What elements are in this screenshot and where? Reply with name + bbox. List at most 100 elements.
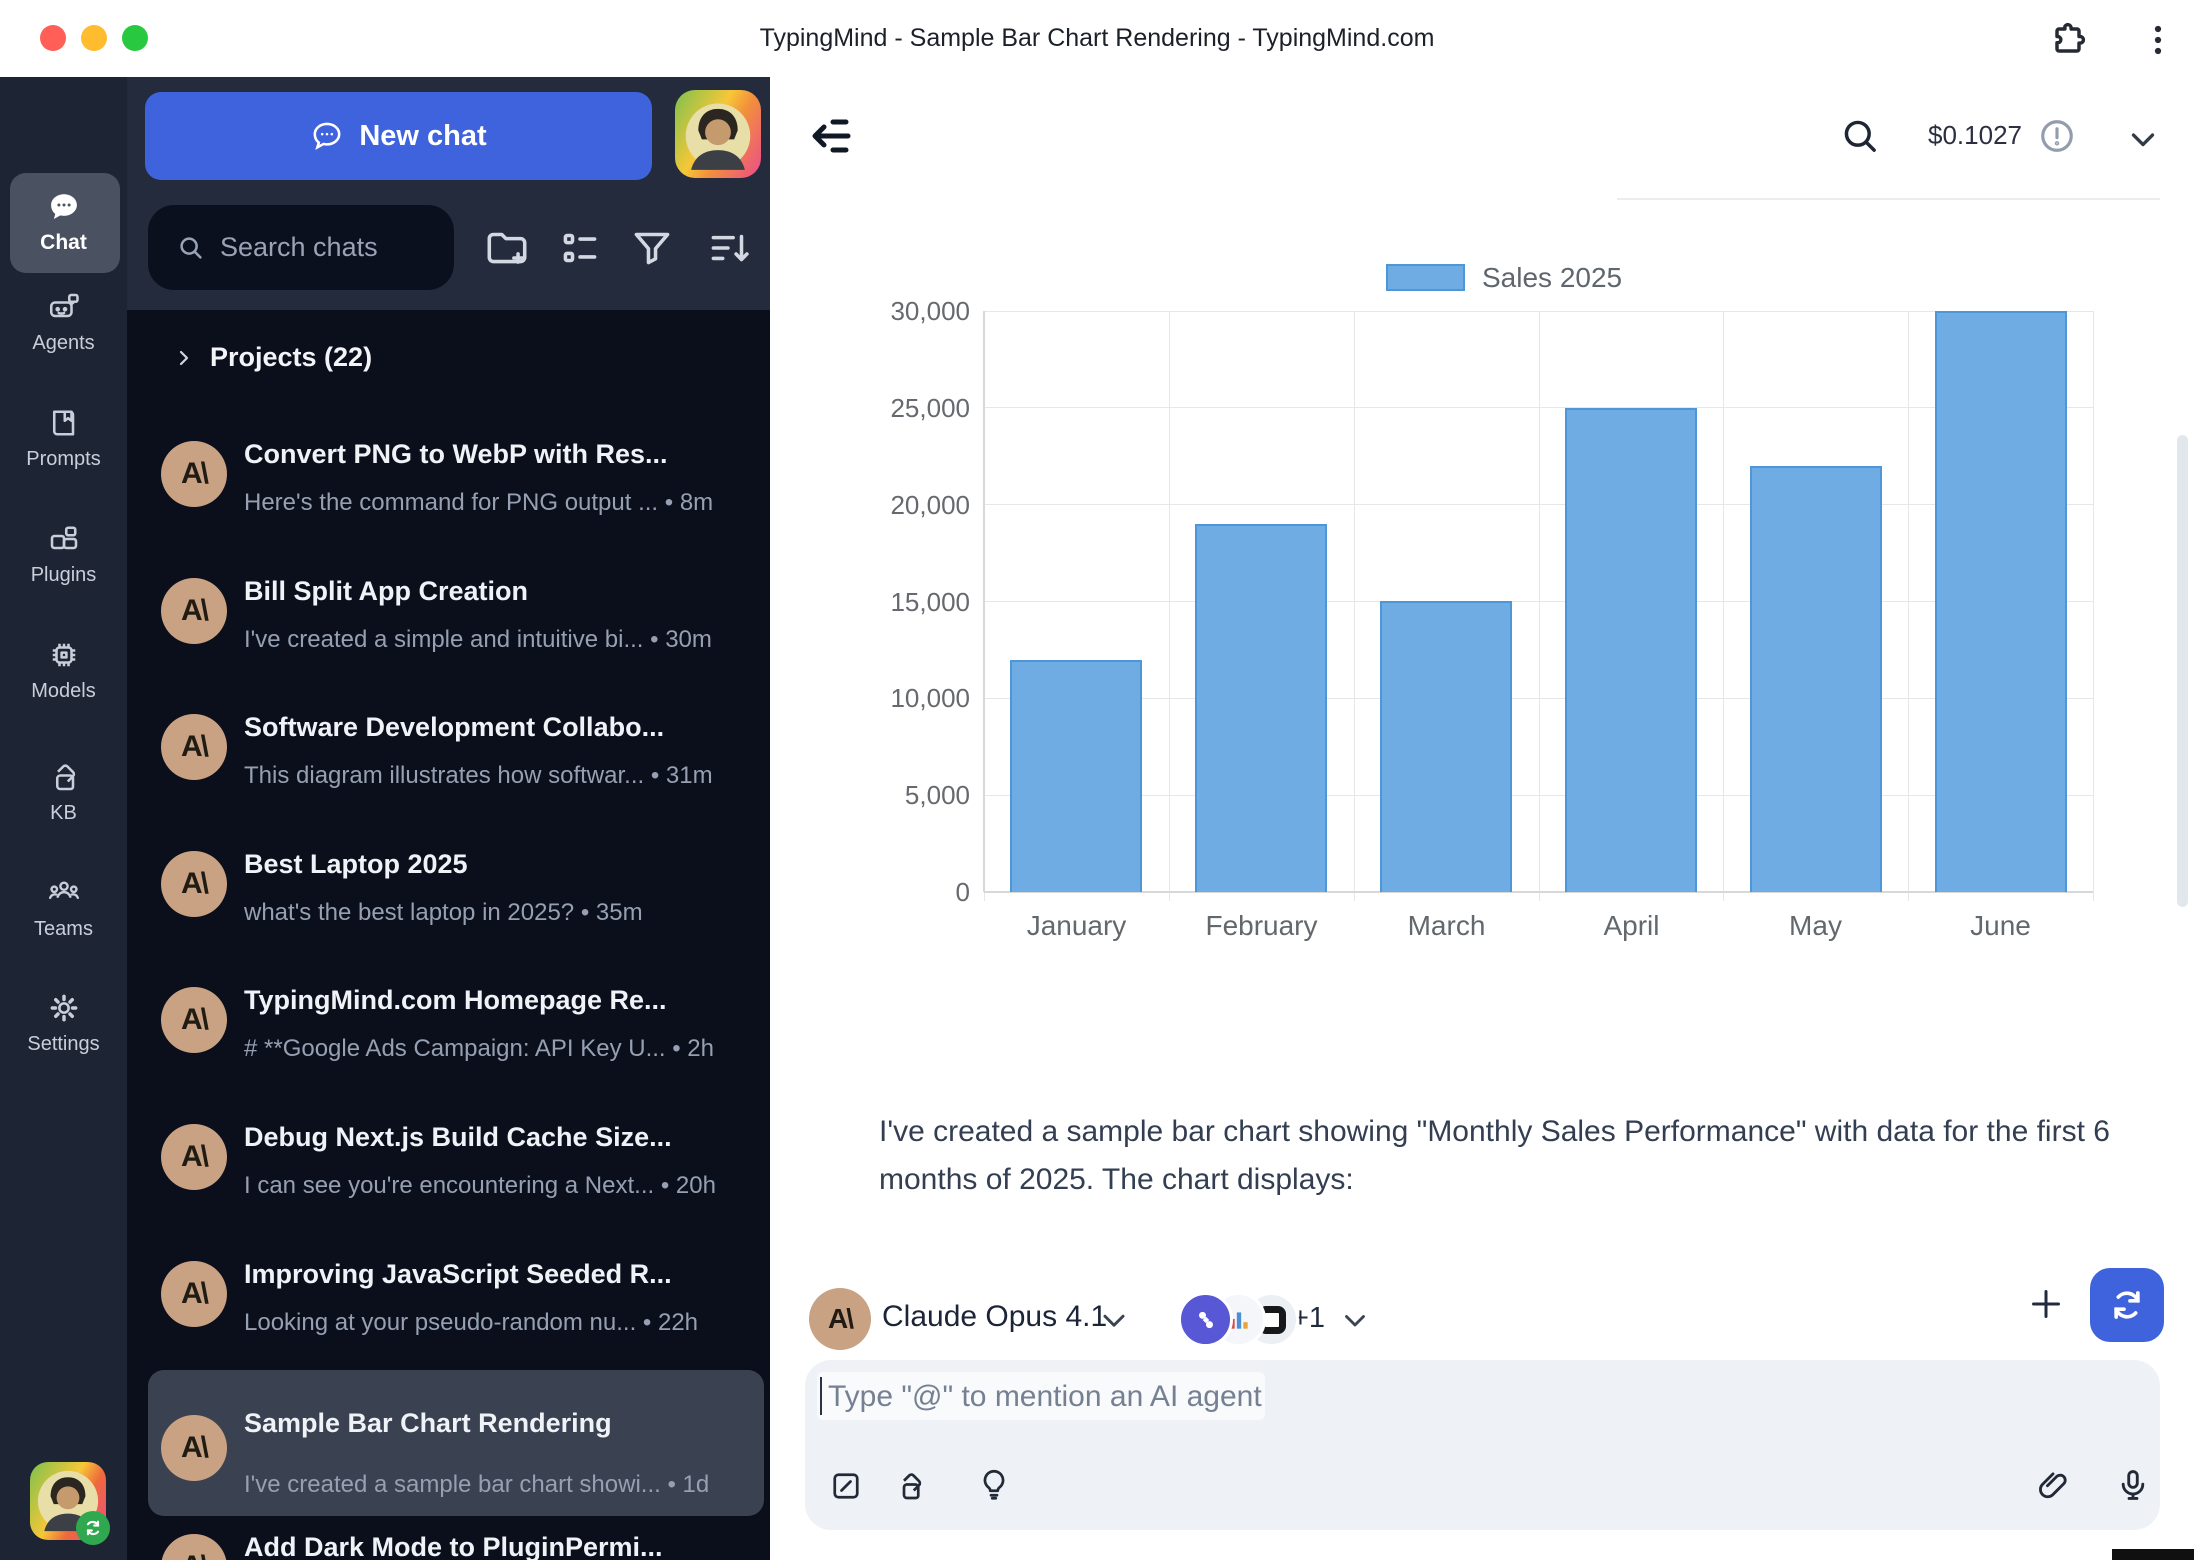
assistant-message-text: I've created a sample bar chart showing … xyxy=(879,1108,2149,1204)
x-gridline xyxy=(1723,311,1724,901)
text-caret xyxy=(820,1377,822,1415)
regenerate-button[interactable] xyxy=(2090,1268,2164,1342)
bar-march xyxy=(1380,601,1512,892)
chat-list: Projects (22) A\ Convert PNG to WebP with… xyxy=(127,310,770,1560)
chat-list-item[interactable]: A\Convert PNG to WebP with Res...Here's … xyxy=(127,406,770,543)
sidebar-item-settings[interactable]: Settings xyxy=(0,990,127,1056)
cost-warning-icon[interactable] xyxy=(2038,117,2076,155)
microphone-icon[interactable] xyxy=(2114,1466,2152,1504)
projects-group-header[interactable]: Projects (22) xyxy=(172,342,372,373)
y-tick-label: 25,000 xyxy=(800,392,970,424)
chart-legend-swatch[interactable] xyxy=(1386,264,1465,291)
chat-item-title: Software Development Collabo... xyxy=(244,712,664,743)
usage-cost-label[interactable]: $0.1027 xyxy=(1915,120,2035,151)
y-tick-label: 15,000 xyxy=(800,586,970,618)
chart-legend-label[interactable]: Sales 2025 xyxy=(1482,262,1622,294)
sidebar-label: Chat xyxy=(0,231,127,255)
x-gridline xyxy=(1539,311,1540,901)
gear-icon xyxy=(0,990,127,1026)
sort-descending-icon[interactable] xyxy=(704,223,754,273)
chat-item-title: Convert PNG to WebP with Res... xyxy=(244,439,668,470)
search-chats-box[interactable] xyxy=(148,205,454,290)
x-tick-label: February xyxy=(1169,910,1354,942)
chat-item-title: Bill Split App Creation xyxy=(244,576,528,607)
projects-header-label: Projects (22) xyxy=(210,342,372,373)
person-photo xyxy=(675,90,761,178)
plugins-chevron-down-icon[interactable] xyxy=(1338,1303,1372,1337)
x-tick-label: March xyxy=(1354,910,1539,942)
add-attachment-plus-icon[interactable] xyxy=(2026,1284,2066,1324)
sidebar-label: Teams xyxy=(0,918,127,941)
sidebar-item-agents[interactable]: Agents xyxy=(0,289,127,355)
chat-list-item[interactable]: A\Improving JavaScript Seeded R...Lookin… xyxy=(127,1226,770,1363)
sync-status-badge xyxy=(76,1511,110,1545)
model-chevron-down-icon[interactable] xyxy=(1096,1302,1132,1338)
new-folder-icon[interactable] xyxy=(482,223,532,273)
y-tick-label: 5,000 xyxy=(800,779,970,811)
anthropic-avatar: A\ xyxy=(161,1124,227,1190)
notebook-icon xyxy=(0,405,127,441)
anthropic-avatar: A\ xyxy=(161,714,227,780)
canvas-edit-icon[interactable] xyxy=(828,1468,864,1504)
x-axis-line xyxy=(984,891,2093,893)
filter-funnel-icon[interactable] xyxy=(627,223,677,273)
y-tick-label: 20,000 xyxy=(800,489,970,521)
sidebar-item-prompts[interactable]: Prompts xyxy=(0,405,127,471)
search-conversation-icon[interactable] xyxy=(1838,114,1882,158)
chat-list-item[interactable]: A\Best Laptop 2025what's the best laptop… xyxy=(127,816,770,953)
bar-february xyxy=(1195,524,1327,892)
sidebar-label: Models xyxy=(0,680,127,703)
chat-list-item[interactable]: A\Debug Next.js Build Cache Size...I can… xyxy=(127,1089,770,1226)
chat-list-item[interactable]: A\Software Development Collabo...This di… xyxy=(127,679,770,816)
sidebar-item-plugins[interactable]: Plugins xyxy=(0,521,127,587)
nav-rail: Chat Agents Prompts xyxy=(0,77,127,1560)
header-chevron-down-icon[interactable] xyxy=(2124,120,2162,158)
chat-list-item[interactable]: A\Bill Split App CreationI've created a … xyxy=(127,543,770,680)
sidebar-item-teams[interactable]: Teams xyxy=(0,875,127,941)
main-scrollbar[interactable] xyxy=(2177,435,2188,907)
blocks-plugin-icon xyxy=(0,521,127,557)
chat-panel-header: New chat xyxy=(127,77,770,310)
plugin-icon-connector[interactable] xyxy=(1178,1292,1233,1347)
anthropic-avatar: A\ xyxy=(161,441,227,507)
lightbulb-icon[interactable] xyxy=(976,1466,1012,1502)
sidebar-label: Plugins xyxy=(0,564,127,587)
chat-bubble-icon xyxy=(0,189,127,225)
y-axis-line xyxy=(983,311,985,892)
chat-list-item[interactable]: A\TypingMind.com Homepage Re...# **Googl… xyxy=(127,952,770,1089)
anthropic-model-avatar[interactable]: A\ xyxy=(809,1288,871,1350)
bar-may xyxy=(1750,466,1882,892)
anthropic-avatar: A\ xyxy=(161,1261,227,1327)
sidebar-item-kb[interactable]: KB xyxy=(0,759,127,825)
search-icon xyxy=(176,233,206,263)
paperclip-icon[interactable] xyxy=(2034,1466,2072,1504)
sidebar-item-models[interactable]: Models xyxy=(0,637,127,703)
bar-april xyxy=(1565,408,1697,892)
chat-list-item[interactable]: A\Add Dark Mode to PluginPermi... xyxy=(127,1499,770,1560)
pages-template-icon[interactable] xyxy=(892,1468,928,1504)
stacked-pages-icon xyxy=(0,759,127,795)
model-selector-label[interactable]: Claude Opus 4.1 xyxy=(882,1300,1107,1334)
extensions-puzzle-icon[interactable] xyxy=(2046,18,2090,62)
chat-list-item[interactable]: A\Sample Bar Chart RenderingI've created… xyxy=(127,1362,770,1499)
x-tick-label: April xyxy=(1539,910,1724,942)
search-chats-input[interactable] xyxy=(220,232,430,263)
y-tick-label: 0 xyxy=(800,876,970,908)
collapse-sidebar-icon[interactable] xyxy=(806,112,854,160)
chat-item-title: Best Laptop 2025 xyxy=(244,849,468,880)
anthropic-avatar: A\ xyxy=(161,987,227,1053)
people-icon xyxy=(0,875,127,911)
new-chat-label: New chat xyxy=(359,120,486,153)
x-gridline xyxy=(1908,311,1909,901)
anthropic-avatar: A\ xyxy=(161,578,227,644)
anthropic-avatar: A\ xyxy=(161,851,227,917)
new-chat-button[interactable]: New chat xyxy=(145,92,652,180)
user-avatar[interactable] xyxy=(675,90,761,178)
sidebar-item-chat[interactable]: Chat xyxy=(0,189,127,255)
browser-menu-kebab-icon[interactable] xyxy=(2136,18,2180,62)
bulk-select-list-icon[interactable] xyxy=(555,223,605,273)
x-gridline xyxy=(1169,311,1170,901)
x-gridline xyxy=(2093,311,2094,901)
window-titlebar: TypingMind - Sample Bar Chart Rendering … xyxy=(0,0,2194,77)
x-tick-label: June xyxy=(1908,910,2093,942)
